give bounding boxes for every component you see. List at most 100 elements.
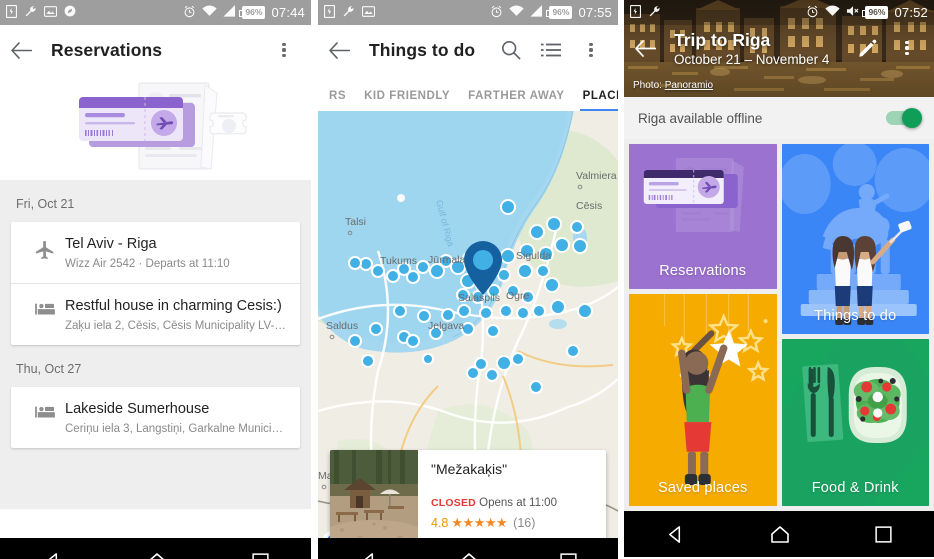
- list-item[interactable]: Lakeside Sumerhouse Ceriņu iela 3, Langs…: [11, 387, 300, 448]
- nav-recents-icon[interactable]: [875, 525, 892, 543]
- screen-trip-to-riga: 96% 07:52 Trip to Riga October 21 – Nove…: [624, 0, 934, 559]
- wrench-icon: [24, 5, 37, 21]
- app-bar: Reservations: [0, 25, 311, 75]
- photo-credit-prefix: Photo:: [633, 80, 665, 91]
- back-arrow-icon[interactable]: [327, 38, 351, 62]
- offline-label: Riga available offline: [638, 110, 763, 126]
- usb-debug-icon: [323, 4, 336, 21]
- offline-toggle[interactable]: [886, 108, 922, 128]
- app-bar-actions: [272, 38, 302, 62]
- list-item-title: Lakeside Sumerhouse: [65, 401, 210, 417]
- toggle-knob: [902, 108, 922, 128]
- app-bar: Things to do: [318, 25, 618, 75]
- photo-credit[interactable]: Photo: Panoramio: [633, 80, 713, 91]
- nav-back-icon[interactable]: [43, 552, 62, 559]
- back-arrow-icon[interactable]: [633, 36, 657, 60]
- offline-availability-row[interactable]: Riga available offline: [624, 97, 934, 139]
- place-name: "Mežakaķis": [431, 461, 508, 477]
- app-bar-actions: [499, 38, 609, 62]
- mute-icon: [846, 5, 859, 20]
- trip-app-bar: Trip to Riga October 21 – November 4: [624, 25, 934, 71]
- tile-things-to-do[interactable]: Things to do: [781, 144, 929, 334]
- nav-back-icon[interactable]: [359, 552, 378, 559]
- svg-text:Salaspils: Salaspils: [458, 292, 500, 304]
- tab-kid-friendly[interactable]: KID FRIENDLY: [355, 90, 459, 111]
- nav-recents-icon[interactable]: [560, 552, 577, 559]
- wrench-icon: [648, 5, 661, 21]
- android-nav-bar: [318, 538, 618, 559]
- status-left-icons: [323, 4, 376, 21]
- signal-icon: [530, 5, 543, 20]
- screen-1-body: Reservations Fri, Oct 21 Tel Aviv - Riga…: [0, 25, 311, 538]
- list-item-title: Tel Aviv - Riga: [65, 236, 157, 252]
- list-item[interactable]: Restful house in charming Cesis:) Zaķu i…: [11, 283, 300, 345]
- svg-text:Cēsis: Cēsis: [576, 200, 602, 212]
- svg-text:Talsi: Talsi: [345, 216, 366, 228]
- photo-credit-link[interactable]: Panoramio: [665, 80, 713, 91]
- battery-indicator: 96%: [239, 6, 266, 19]
- back-arrow-icon[interactable]: [9, 38, 33, 62]
- trip-dates: October 21 – November 4: [674, 51, 830, 67]
- screen-reservations: 96% 07:44 Reservations Fri, Oct 21 Tel A…: [0, 0, 311, 559]
- list-item-subtitle: Wizz Air 2542 · Departs at 11:10: [65, 258, 230, 270]
- reservations-list: Fri, Oct 21 Tel Aviv - Riga Wizz Air 254…: [0, 180, 311, 509]
- svg-text:Ogre: Ogre: [506, 290, 530, 302]
- rating-value: 4.8: [431, 516, 449, 530]
- status-clock: 07:52: [894, 5, 928, 20]
- lodging-icon: [25, 297, 65, 319]
- screenshot-icon: [43, 5, 58, 20]
- nav-home-icon[interactable]: [459, 552, 479, 559]
- reservation-card: Lakeside Sumerhouse Ceriņu iela 3, Langs…: [11, 387, 300, 448]
- status-clock: 07:44: [271, 5, 305, 20]
- signal-icon: [223, 5, 236, 20]
- category-tabs: RS KID FRIENDLY FARTHER AWAY PLACES A-Z: [318, 75, 618, 111]
- wifi-icon: [825, 5, 841, 20]
- nav-home-icon[interactable]: [770, 525, 790, 544]
- date-header: Fri, Oct 21: [16, 197, 75, 211]
- list-item[interactable]: Tel Aviv - Riga Wizz Air 2542 · Departs …: [11, 222, 300, 283]
- reservation-card: Tel Aviv - Riga Wizz Air 2542 · Departs …: [11, 222, 300, 345]
- edit-pencil-icon[interactable]: [855, 36, 879, 60]
- list-item-text: Restful house in charming Cesis:) Zaķu i…: [65, 297, 288, 332]
- tab-places-a-z[interactable]: PLACES A-Z: [574, 90, 618, 111]
- tile-saved-places[interactable]: Saved places: [629, 294, 777, 506]
- list-view-icon[interactable]: [539, 38, 563, 62]
- wifi-icon: [202, 5, 218, 20]
- place-rating: 4.8 ★★★★★ (16): [431, 515, 596, 531]
- search-icon[interactable]: [499, 38, 523, 62]
- tile-reservations[interactable]: Reservations: [629, 144, 777, 289]
- tile-food-and-drink[interactable]: Food & Drink: [781, 339, 929, 506]
- page-title: Reservations: [51, 39, 163, 60]
- nav-recents-icon[interactable]: [251, 552, 269, 559]
- nav-home-icon[interactable]: [147, 552, 167, 559]
- tiles-column-right: Things to do Food & Drink: [781, 144, 929, 506]
- nav-back-icon[interactable]: [666, 525, 685, 544]
- rating-stars: ★★★★★: [451, 515, 508, 530]
- status-right-icons: 96% 07:44: [183, 5, 305, 21]
- status-right-icons: 96% 07:52: [806, 5, 928, 21]
- battery-indicator: 96%: [862, 6, 889, 19]
- more-options-icon[interactable]: [272, 38, 296, 62]
- map-view[interactable]: Talsi Valmiera Cēsis Sigulda Tukums Jūrm…: [318, 111, 618, 538]
- usb-debug-icon: [629, 4, 642, 21]
- alarm-icon: [806, 5, 819, 21]
- more-options-icon[interactable]: [895, 36, 919, 60]
- place-card[interactable]: "Mežakaķis" CLOSED Opens at 11:00 4.8 ★★…: [330, 450, 606, 538]
- status-right-icons: 96% 07:55: [490, 5, 612, 21]
- more-options-icon[interactable]: [579, 38, 603, 62]
- tab-rs[interactable]: RS: [320, 90, 355, 111]
- date-header: Thu, Oct 27: [16, 362, 82, 376]
- place-hours: CLOSED Opens at 11:00: [431, 497, 596, 509]
- tab-farther-away[interactable]: FARTHER AWAY: [459, 90, 573, 111]
- flight-icon: [25, 235, 65, 261]
- status-bar: 96% 07:52: [624, 0, 934, 25]
- trip-tiles-grid: Reservations Saved places Things to do F…: [624, 139, 934, 511]
- lodging-icon: [25, 400, 65, 422]
- review-count: (16): [513, 516, 536, 530]
- trip-bar-actions: [855, 36, 925, 60]
- boarding-pass-illustration: [0, 75, 311, 180]
- status-left-icons: [5, 4, 76, 21]
- status-badge: CLOSED: [431, 497, 476, 509]
- svg-text:Sigulda: Sigulda: [516, 250, 551, 262]
- page-title: Trip to Riga: [674, 29, 771, 50]
